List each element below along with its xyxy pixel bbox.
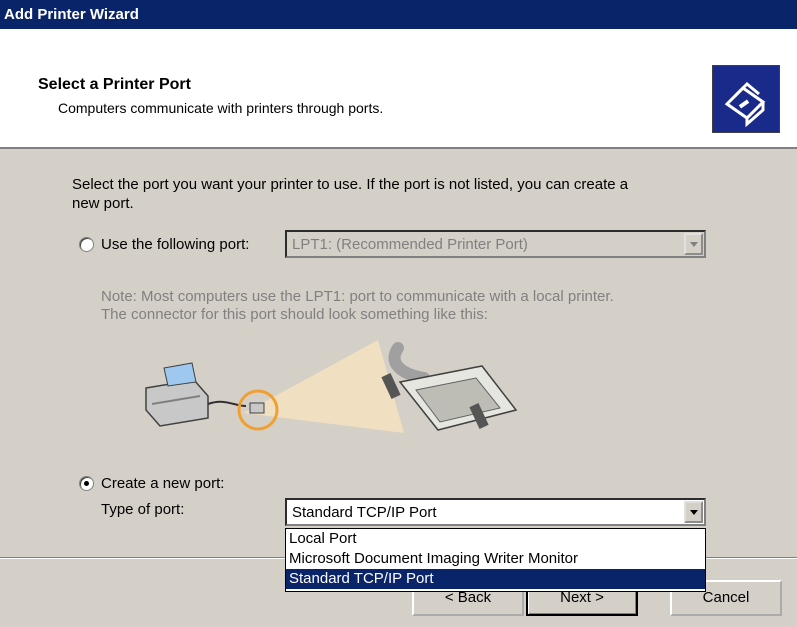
port-select[interactable]: LPT1: (Recommended Printer Port): [285, 230, 706, 258]
use-port-radio[interactable]: [79, 237, 94, 252]
port-type-value: Standard TCP/IP Port: [292, 504, 437, 521]
intro-line-1: Select the port you want your printer to…: [72, 176, 629, 193]
chevron-down-icon[interactable]: [684, 501, 703, 523]
page-subtitle: Computers communicate with printers thro…: [58, 100, 384, 116]
create-port-radio[interactable]: [79, 476, 94, 491]
port-type-select[interactable]: Standard TCP/IP Port: [285, 498, 706, 526]
wizard-header: Select a Printer Port Computers communic…: [0, 29, 797, 149]
dropdown-option-local-port[interactable]: Local Port: [286, 529, 705, 549]
printer-wizard-icon: [712, 65, 780, 133]
title-bar[interactable]: Add Printer Wizard: [0, 0, 797, 29]
note-line-1: Note: Most computers use the LPT1: port …: [101, 288, 614, 305]
intro-line-2: new port.: [72, 195, 134, 212]
chevron-down-icon[interactable]: [684, 233, 703, 255]
create-port-label[interactable]: Create a new port:: [101, 474, 224, 493]
window-title: Add Printer Wizard: [4, 6, 139, 23]
port-type-dropdown-list[interactable]: Local Port Microsoft Document Imaging Wr…: [285, 528, 706, 592]
page-title: Select a Printer Port: [38, 76, 191, 93]
port-select-value: LPT1: (Recommended Printer Port): [292, 236, 528, 253]
port-type-label: Type of port:: [101, 501, 185, 518]
dropdown-option-document-imaging-writer[interactable]: Microsoft Document Imaging Writer Monito…: [286, 549, 705, 569]
use-port-label[interactable]: Use the following port:: [101, 235, 249, 254]
parallel-connector-illustration: [130, 318, 550, 468]
dropdown-option-standard-tcpip-port[interactable]: Standard TCP/IP Port: [286, 569, 705, 589]
